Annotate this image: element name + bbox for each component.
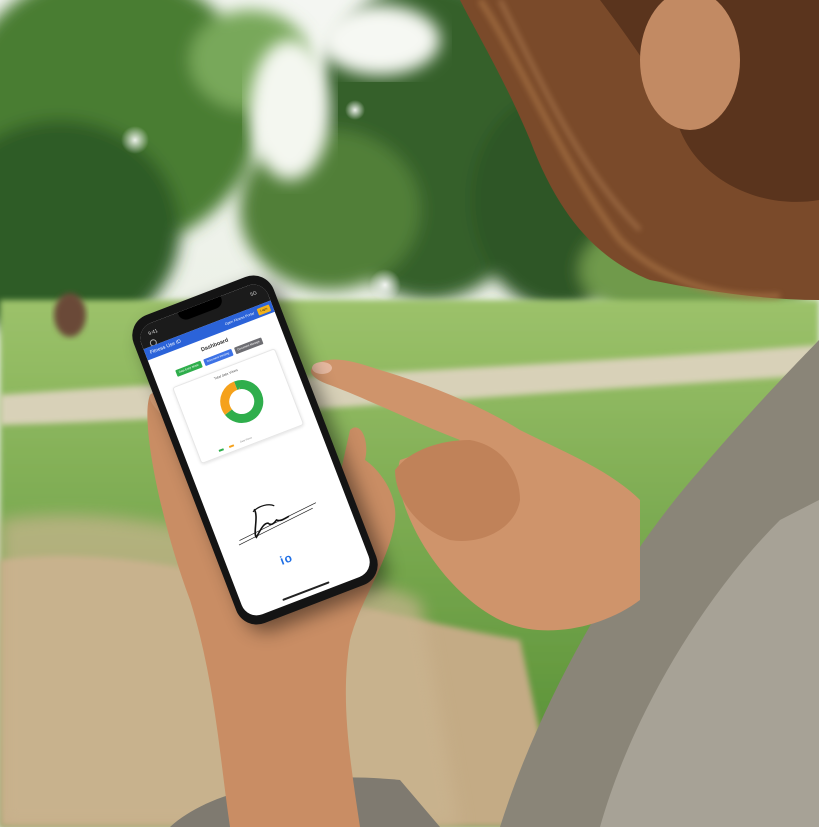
signature-image [238, 502, 317, 546]
login-button[interactable]: Login [256, 303, 272, 316]
legend-label: Data Views [239, 436, 253, 444]
legend-swatch-green [218, 448, 224, 452]
brand-logo: io [278, 550, 295, 568]
status-time: 9:41 [147, 328, 159, 338]
photo-scene: 9:41 5G Fitness Use ID Open Fitness Port… [0, 0, 819, 827]
park-background [0, 0, 819, 827]
legend-swatch-orange [229, 443, 235, 448]
status-signal: 5G [249, 290, 258, 299]
action-button-1[interactable]: Data Entry Mode [175, 360, 203, 377]
notch [177, 296, 225, 322]
action-button-2[interactable]: Document Vending [203, 349, 234, 367]
home-indicator [282, 581, 330, 602]
action-button-3[interactable]: Document Manage [233, 337, 264, 355]
